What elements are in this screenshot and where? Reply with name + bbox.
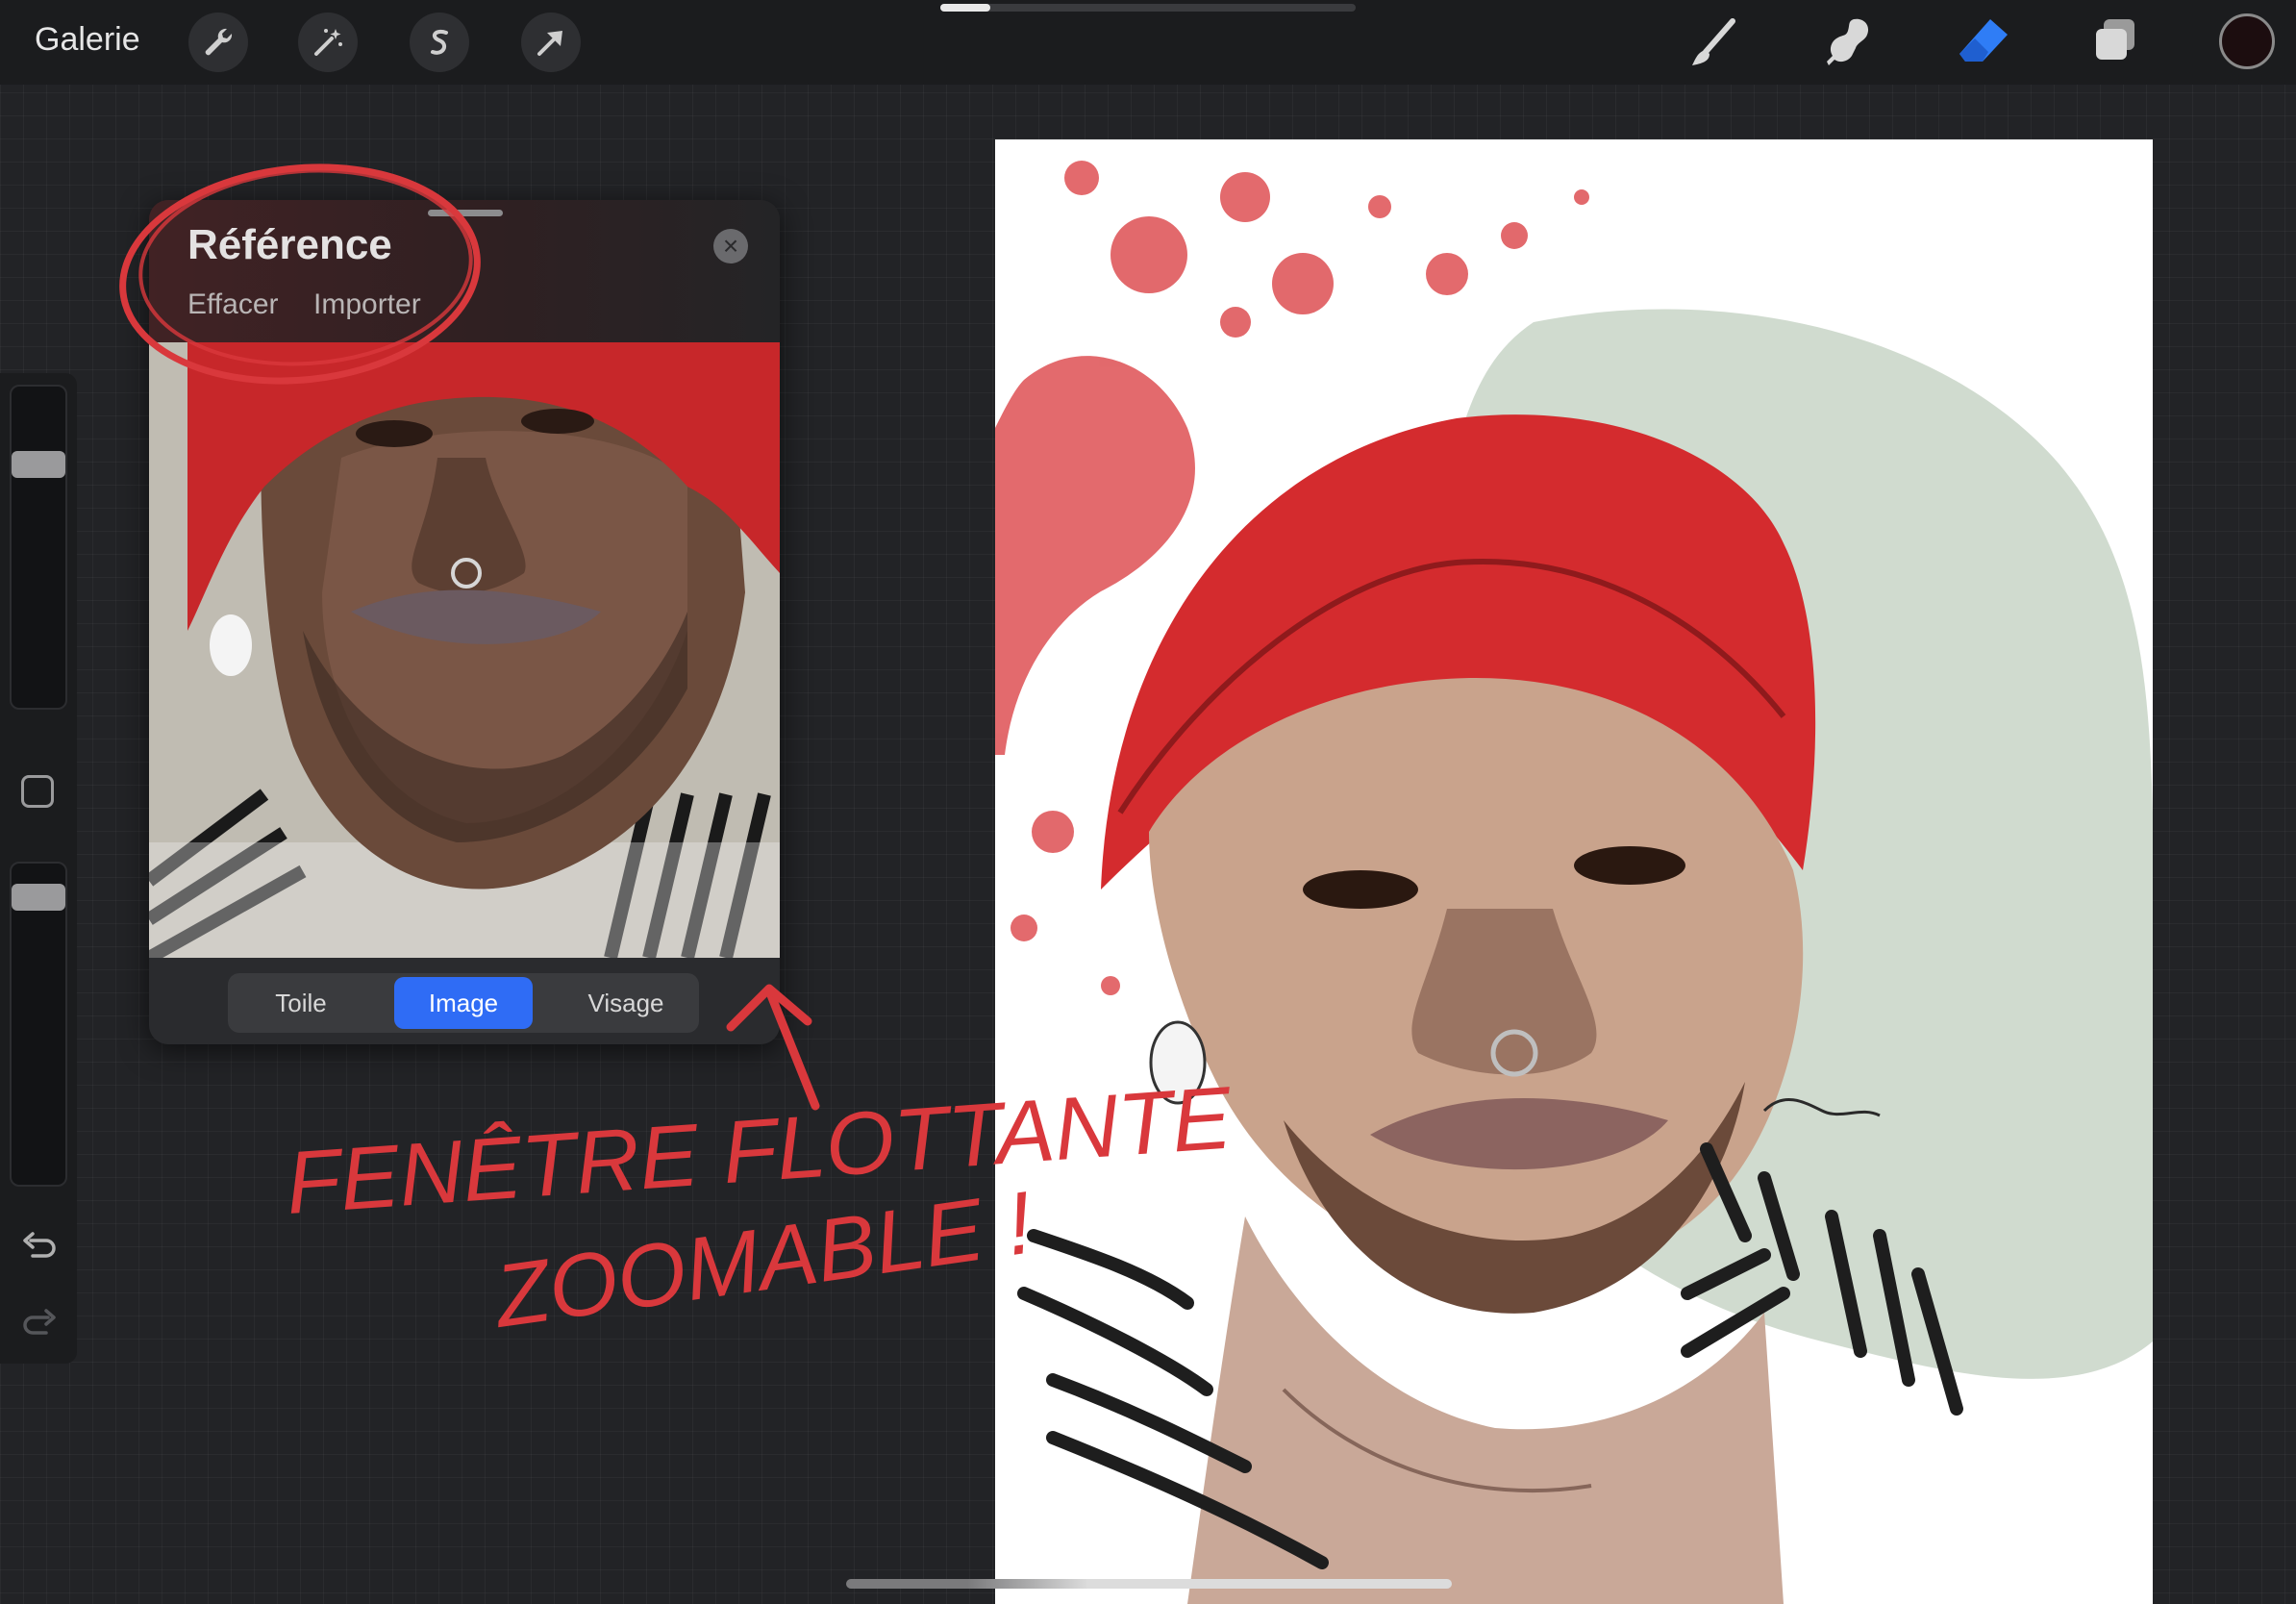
wrench-icon <box>205 28 233 56</box>
reference-panel[interactable]: Référence Effacer Importer × Toile Image… <box>149 200 780 1044</box>
selection-s-icon <box>431 30 448 55</box>
transform-button[interactable] <box>521 13 581 72</box>
tab-visage[interactable]: Visage <box>557 977 695 1029</box>
undo-icon[interactable] <box>21 1227 58 1264</box>
reference-footer: Toile Image Visage <box>149 958 780 1044</box>
opacity-thumb[interactable] <box>12 884 65 912</box>
annotation-line-2: ZOOMABLE ! <box>487 1174 1038 1347</box>
reference-photo-illustration <box>149 342 780 958</box>
color-picker-button[interactable] <box>2219 13 2275 69</box>
left-sidebar <box>0 373 77 1364</box>
reference-mode-control[interactable]: Toile Image Visage <box>228 973 699 1033</box>
portrait-artwork <box>995 161 2153 1604</box>
selection-button[interactable] <box>410 13 469 72</box>
tab-image[interactable]: Image <box>394 977 533 1029</box>
transform-arrow-icon <box>537 31 562 56</box>
actions-button[interactable] <box>188 13 248 72</box>
page-progress-fill <box>940 4 990 12</box>
magic-wand-icon <box>314 29 342 56</box>
close-icon[interactable]: × <box>713 229 748 263</box>
reference-title: Référence <box>187 221 392 268</box>
brush-icon[interactable] <box>1685 13 1742 71</box>
home-indicator[interactable] <box>846 1579 1452 1589</box>
eraser-icon[interactable] <box>1954 13 2011 71</box>
opacity-slider[interactable] <box>10 862 67 1187</box>
import-button[interactable]: Importer <box>313 288 421 321</box>
smudge-icon[interactable] <box>1819 13 1877 71</box>
page-progress-indicator <box>940 4 1356 12</box>
adjustments-button[interactable] <box>298 13 358 72</box>
gallery-button[interactable]: Galerie <box>35 21 140 59</box>
tab-toile[interactable]: Toile <box>232 977 370 1029</box>
redo-icon[interactable] <box>21 1304 58 1341</box>
modify-button[interactable] <box>21 775 54 808</box>
reference-header: Référence Effacer Importer × <box>149 200 780 342</box>
brush-size-slider[interactable] <box>10 385 67 710</box>
panel-grab-handle[interactable] <box>428 210 503 216</box>
drawing-canvas[interactable] <box>995 139 2153 1604</box>
reference-photo[interactable] <box>149 342 780 958</box>
brush-size-thumb[interactable] <box>12 451 65 479</box>
top-toolbar: Galerie <box>0 0 2296 85</box>
clear-button[interactable]: Effacer <box>187 288 279 321</box>
layers-icon[interactable] <box>2086 13 2144 71</box>
